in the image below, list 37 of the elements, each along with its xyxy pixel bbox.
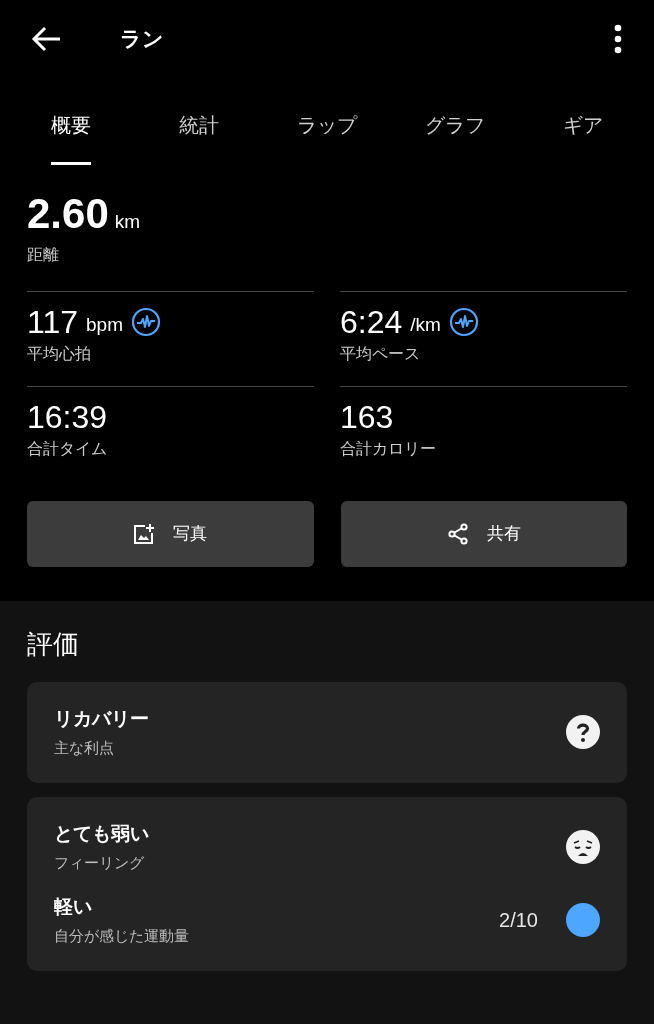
share-icon (446, 522, 469, 545)
heart-rate-graph-icon[interactable] (448, 306, 479, 337)
evaluation-subtitle: 主な利点 (54, 738, 115, 758)
evaluation-subtitle: 自分が感じた運動量 (54, 926, 189, 946)
distance-unit: km (114, 210, 141, 234)
heart-rate-graph-icon[interactable] (131, 306, 161, 337)
evaluation-subtitle: フィーリング (54, 853, 145, 873)
tab[interactable]: ギア (519, 98, 647, 165)
effort-score: 2/10 (499, 908, 538, 933)
back-arrow-icon[interactable] (30, 25, 62, 53)
more-menu-icon[interactable] (614, 24, 622, 54)
share-button[interactable]: 共有 (340, 500, 627, 567)
page-title: ラン (120, 26, 164, 53)
evaluation-title: 軽い (54, 894, 93, 919)
distance-value: 2.60 (27, 193, 109, 235)
stat-value: 16:39 (27, 400, 108, 433)
section-heading: 評価 (27, 627, 80, 661)
help-icon[interactable] (566, 715, 600, 749)
add-photo-icon (133, 522, 156, 545)
evaluation-title: リカバリー (54, 706, 149, 731)
sad-face-icon (566, 830, 600, 864)
evaluation-title: とても弱い (54, 821, 149, 846)
stat-value: 163 (340, 400, 394, 433)
stat-unit: /km (410, 313, 441, 337)
photo-button[interactable]: 写真 (27, 500, 314, 567)
stat-label: 平均ペース (340, 343, 421, 364)
distance-label: 距離 (27, 244, 60, 265)
tab[interactable]: ラップ (263, 98, 391, 165)
tab[interactable]: 概要 (7, 98, 135, 165)
stat-value: 6:24 (340, 305, 403, 338)
stat-label: 合計カロリー (340, 438, 437, 459)
stat-unit: bpm (86, 313, 123, 337)
stat-value: 117 (27, 305, 78, 338)
tab[interactable]: グラフ (391, 98, 519, 165)
stat-label: 合計タイム (27, 438, 108, 459)
tab[interactable]: 統計 (135, 98, 263, 165)
stat-label: 平均心拍 (27, 343, 92, 364)
